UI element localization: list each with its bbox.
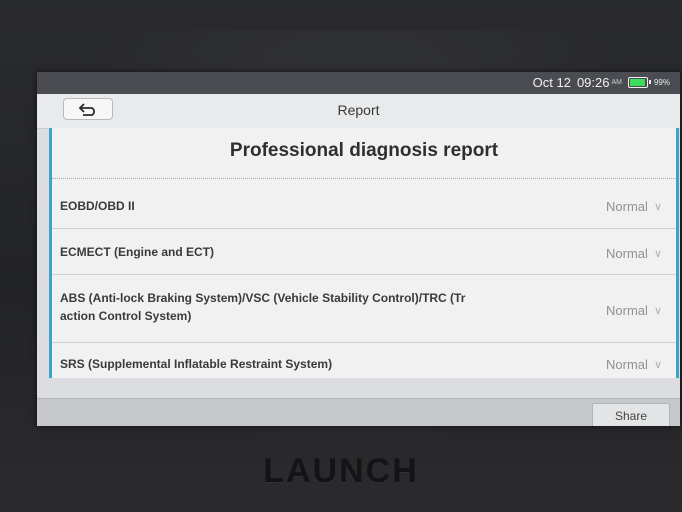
device-brand-logo: LAUNCH [263, 452, 419, 490]
status-date: Oct 12 [532, 75, 571, 90]
title-bar: Report [37, 94, 680, 129]
report-row-eobd[interactable]: EOBD/OBD II Normal ∨ [52, 179, 676, 229]
row-status-dropdown[interactable]: Normal ∨ [606, 303, 662, 318]
report-row-srs[interactable]: SRS (Supplemental Inflatable Restraint S… [52, 343, 676, 383]
chevron-down-icon: ∨ [653, 248, 662, 260]
report-row-abs[interactable]: ABS (Anti-lock Braking System)/VSC (Vehi… [52, 275, 676, 343]
row-status-value: Normal [606, 357, 648, 372]
share-button[interactable]: Share [592, 403, 670, 426]
chevron-down-icon: ∨ [653, 359, 662, 371]
status-ampm: AM [611, 79, 622, 86]
row-status-value: Normal [606, 246, 648, 261]
row-label-line1: ABS (Anti-lock Braking System)/VSC (Vehi… [60, 291, 466, 305]
report-row-ecmect[interactable]: ECMECT (Engine and ECT) Normal ∨ [52, 229, 676, 275]
chevron-down-icon: ∨ [653, 305, 662, 317]
row-status-value: Normal [606, 303, 648, 318]
report-card: Professional diagnosis report EOBD/OBD I… [49, 128, 679, 378]
battery-icon [627, 77, 651, 88]
status-bar: Oct 12 09:26 AM 99% [37, 72, 680, 94]
status-time: 09:26 [576, 75, 610, 90]
row-status-value: Normal [606, 199, 648, 214]
page-title: Report [337, 102, 380, 118]
status-indicators: Oct 12 09:26 AM 99% [533, 75, 670, 90]
screen: Oct 12 09:26 AM 99% Report Professional … [37, 72, 680, 426]
row-label: EOBD/OBD II [60, 199, 135, 213]
row-status-dropdown[interactable]: Normal ∨ [606, 357, 662, 372]
row-status-dropdown[interactable]: Normal ∨ [606, 246, 662, 261]
bottom-bar: Share [37, 398, 680, 426]
report-header: Professional diagnosis report [52, 128, 676, 179]
row-label: ECMECT (Engine and ECT) [60, 245, 214, 259]
device-bezel: Oct 12 09:26 AM 99% Report Professional … [0, 0, 682, 512]
row-label: SRS (Supplemental Inflatable Restraint S… [60, 357, 333, 371]
row-status-dropdown[interactable]: Normal ∨ [606, 199, 662, 214]
battery-percent: 99% [653, 78, 670, 87]
chevron-down-icon: ∨ [653, 201, 662, 213]
report-title: Professional diagnosis report [229, 140, 499, 161]
row-label-line2: action Control System) [60, 309, 192, 323]
row-label: ABS (Anti-lock Braking System)/VSC (Vehi… [60, 289, 465, 325]
